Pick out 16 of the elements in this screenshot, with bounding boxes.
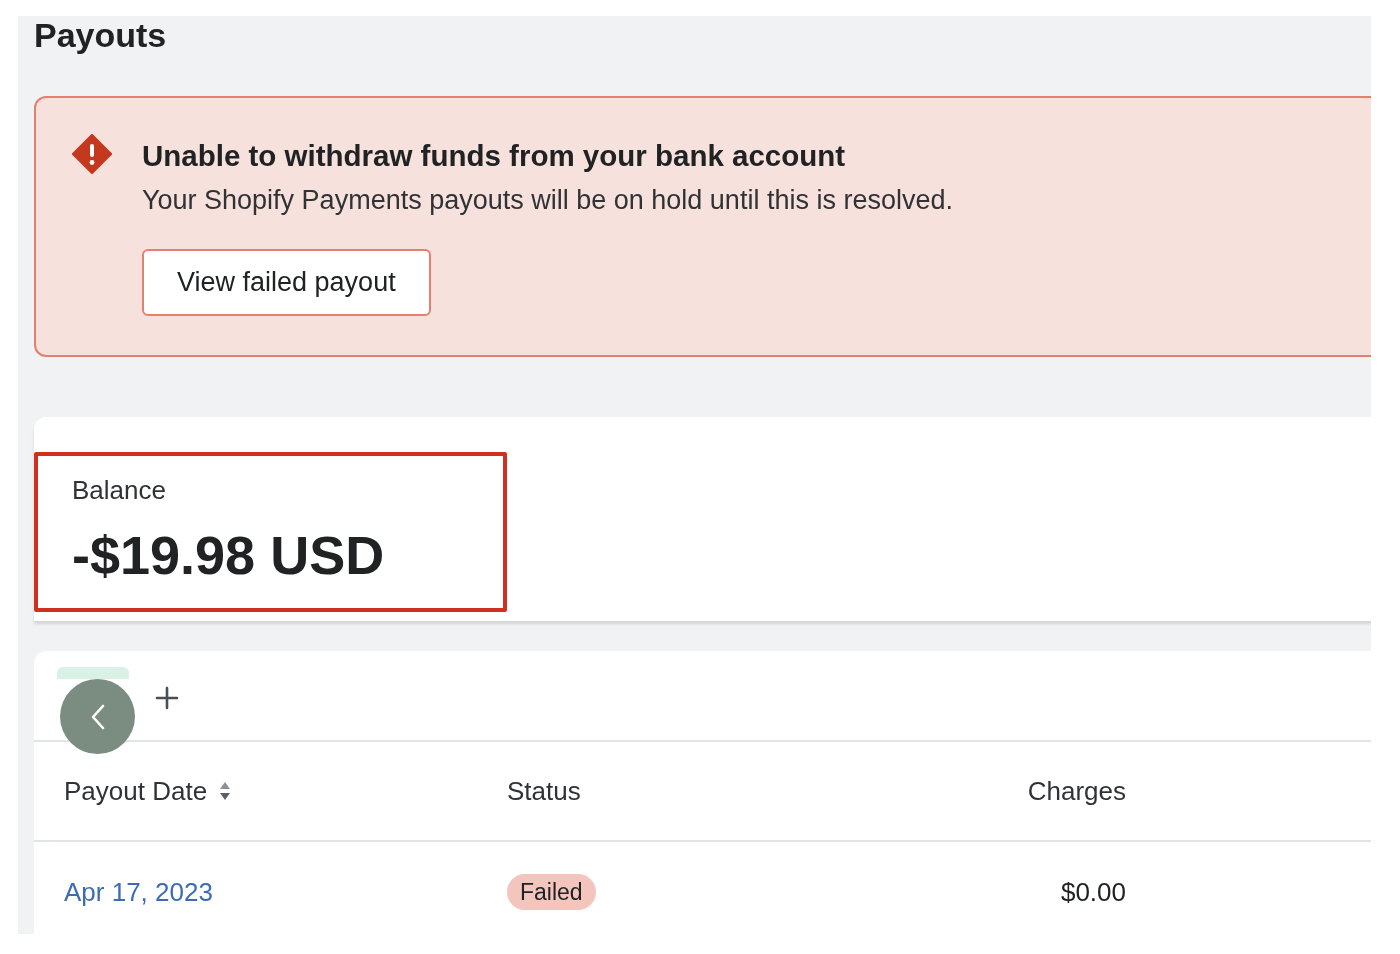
chevron-left-icon: [90, 703, 105, 730]
column-header: Charges: [1027, 776, 1126, 806]
column-header: Status: [507, 776, 581, 806]
table-cell: $0.00: [1060, 877, 1126, 907]
plus-icon: [155, 686, 179, 710]
view-failed-payout-button[interactable]: View failed payout: [142, 249, 431, 316]
column-header[interactable]: Payout Date: [64, 776, 232, 806]
sort-icon: [219, 781, 232, 801]
balance-label: Balance: [72, 476, 166, 504]
balance-amount: -$19.98 USD: [72, 525, 385, 585]
payout-date-link[interactable]: Apr 17, 2023: [64, 877, 213, 907]
banner-title: Unable to withdraw funds from your bank account: [142, 138, 846, 174]
banner-message: Your Shopify Payments payouts will be on hold until this is resolved.: [142, 184, 953, 216]
alert-diamond-icon: [72, 134, 112, 174]
status-badge: Failed: [507, 874, 596, 910]
page-title: Payouts: [34, 16, 167, 54]
